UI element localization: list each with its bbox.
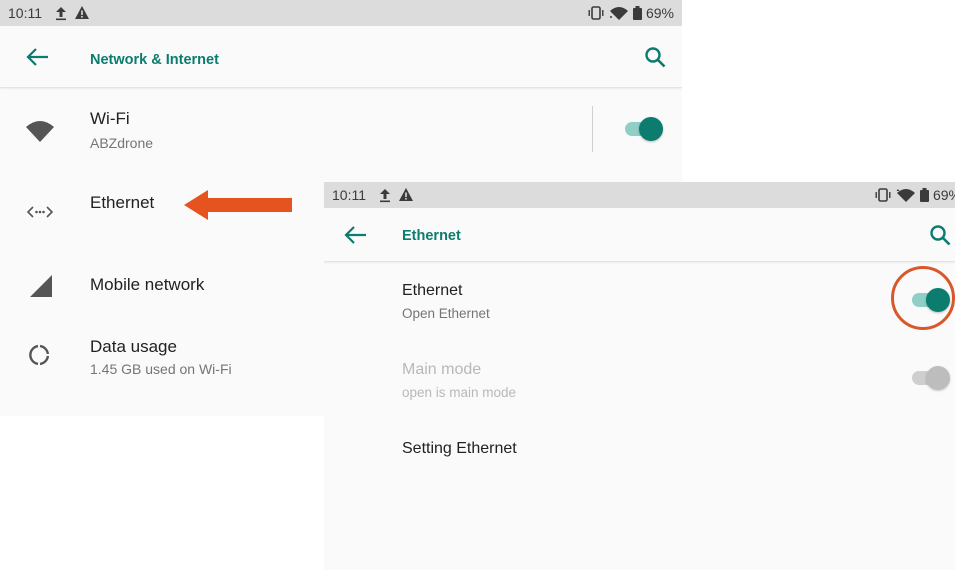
annotation-highlight-circle [891, 266, 955, 330]
search-icon[interactable] [644, 46, 666, 68]
vibrate-icon [875, 188, 891, 202]
ethernet-label: Ethernet [90, 193, 155, 212]
page-title: Ethernet [402, 228, 461, 244]
wifi-network-name: ABZdrone [90, 135, 154, 151]
wifi-label: Wi-Fi [90, 109, 130, 128]
vibrate-icon [588, 6, 604, 20]
app-bar: Ethernet [324, 208, 955, 262]
wifi-toggle[interactable] [623, 117, 663, 141]
status-bar: 10:11 69% [0, 0, 682, 26]
status-time: 10:11 [332, 187, 366, 203]
ethernet-setting-label: Ethernet [402, 282, 463, 299]
battery-percent: 69% [932, 187, 955, 203]
back-arrow-icon[interactable] [344, 225, 368, 245]
data-usage-icon [29, 344, 50, 366]
mobile-network-label: Mobile network [90, 275, 205, 294]
ethernet-toggle-row[interactable]: Ethernet Open Ethernet [324, 270, 955, 340]
wifi-status-icon [896, 189, 915, 202]
status-time: 10:11 [8, 5, 42, 21]
setting-ethernet-row[interactable]: Setting Ethernet [324, 430, 955, 486]
signal-icon [30, 275, 52, 297]
battery-percent: 69% [645, 5, 674, 21]
wifi-icon [26, 121, 54, 142]
search-icon[interactable] [929, 224, 951, 246]
page-title: Network & Internet [90, 52, 219, 68]
battery-icon [919, 188, 929, 202]
main-mode-row: Main mode open is main mode [324, 350, 955, 420]
back-arrow-icon[interactable] [26, 47, 50, 67]
divider [592, 106, 593, 152]
main-mode-sub: open is main mode [402, 385, 517, 400]
main-mode-label: Main mode [402, 361, 482, 378]
app-bar: Network & Internet [0, 26, 682, 88]
warning-icon [75, 6, 89, 19]
ethernet-screen: 10:11 69% Ethernet [324, 182, 955, 570]
list-item-wifi[interactable]: Wi-Fi ABZdrone [0, 92, 682, 172]
ethernet-icon [26, 206, 54, 218]
ethernet-setting-sub: Open Ethernet [402, 306, 490, 321]
data-usage-label: Data usage [90, 337, 177, 356]
upload-icon [380, 189, 390, 203]
main-mode-toggle [910, 366, 950, 390]
status-bar: 10:11 69% [324, 182, 955, 208]
data-usage-summary: 1.45 GB used on Wi-Fi [90, 361, 232, 377]
setting-ethernet-label: Setting Ethernet [402, 440, 517, 457]
upload-icon [56, 7, 66, 21]
annotation-arrow [184, 190, 292, 220]
wifi-status-icon [609, 7, 628, 20]
battery-icon [632, 6, 642, 20]
warning-icon [399, 188, 413, 201]
